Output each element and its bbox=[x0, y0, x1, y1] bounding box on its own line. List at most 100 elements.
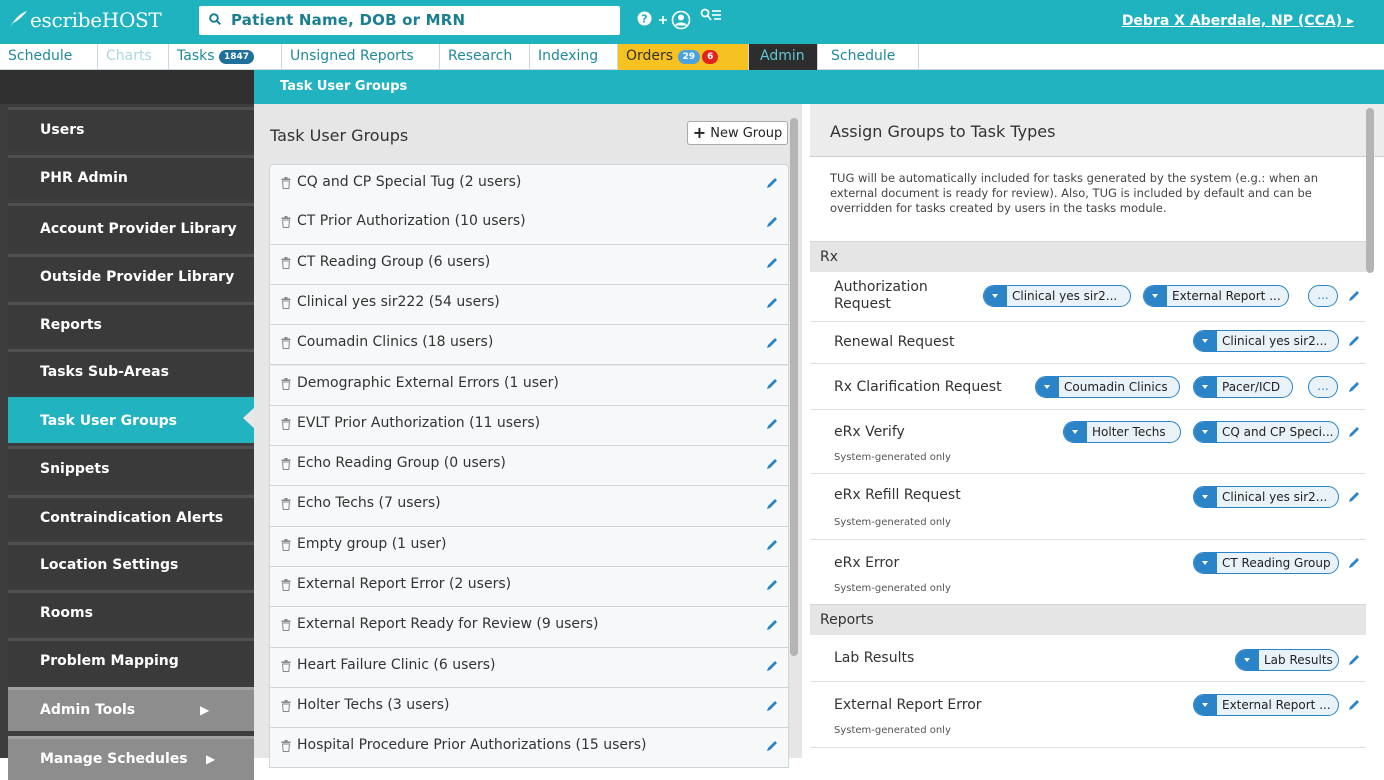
sidebar-item-task-user-groups[interactable]: Task User Groups bbox=[8, 397, 254, 443]
group-row[interactable]: Heart Failure Clinic (6 users) bbox=[269, 647, 789, 688]
chevron-down-icon bbox=[1194, 331, 1217, 351]
group-row[interactable]: External Report Error (2 users) bbox=[269, 567, 789, 608]
edit-pencil-icon[interactable] bbox=[766, 337, 778, 349]
trash-icon[interactable] bbox=[281, 296, 291, 309]
more-groups-button[interactable]: ... bbox=[1308, 376, 1338, 398]
app-logo[interactable]: escribeHOST bbox=[10, 8, 162, 32]
tab-tasks[interactable]: Tasks 1847 bbox=[169, 44, 282, 70]
edit-pencil-icon[interactable] bbox=[766, 700, 778, 712]
group-pill-dropdown[interactable]: Pacer/ICD bbox=[1193, 376, 1293, 398]
group-pill-dropdown[interactable]: External Report ... bbox=[1143, 285, 1289, 307]
sidebar-item-manage-schedules[interactable]: Manage Schedules ▶ bbox=[8, 736, 254, 780]
edit-pencil-icon[interactable] bbox=[1348, 699, 1360, 711]
sidebar-item-tasks-sub-areas[interactable]: Tasks Sub-Areas bbox=[8, 349, 254, 393]
group-pill-dropdown[interactable]: Coumadin Clinics bbox=[1035, 376, 1180, 398]
trash-icon[interactable] bbox=[281, 498, 291, 511]
assign-panel-scrollbar[interactable] bbox=[1366, 108, 1374, 273]
group-row[interactable]: Hospital Procedure Prior Authorizations … bbox=[269, 728, 789, 769]
more-groups-button[interactable]: ... bbox=[1308, 285, 1338, 307]
group-row[interactable]: Holter Techs (3 users) bbox=[269, 687, 789, 729]
group-pill-dropdown[interactable]: External Report ... bbox=[1193, 694, 1339, 716]
trash-icon[interactable] bbox=[281, 659, 291, 672]
group-row[interactable]: CQ and CP Special Tug (2 users) bbox=[269, 164, 789, 205]
trash-icon[interactable] bbox=[281, 538, 291, 551]
edit-pencil-icon[interactable] bbox=[1348, 491, 1360, 503]
trash-icon[interactable] bbox=[281, 256, 291, 269]
sidebar-item-snippets[interactable]: Snippets bbox=[8, 446, 254, 490]
group-pill-dropdown[interactable]: Clinical yes sir2... bbox=[1193, 330, 1339, 352]
group-row[interactable]: Empty group (1 user) bbox=[269, 526, 789, 567]
sidebar-item-reports[interactable]: Reports bbox=[8, 302, 254, 346]
patient-search-input[interactable]: Patient Name, DOB or MRN bbox=[199, 6, 620, 35]
group-row[interactable]: Coumadin Clinics (18 users) bbox=[269, 325, 789, 366]
group-row[interactable]: CT Reading Group (6 users) bbox=[269, 244, 789, 285]
key-list-icon[interactable] bbox=[700, 8, 722, 24]
tab-research[interactable]: Research bbox=[440, 44, 530, 70]
edit-pencil-icon[interactable] bbox=[766, 418, 778, 430]
edit-pencil-icon[interactable] bbox=[766, 257, 778, 269]
sidebar-item-account-provider-library[interactable]: Account Provider Library bbox=[8, 203, 254, 250]
group-pill-dropdown[interactable]: Holter Techs bbox=[1063, 421, 1181, 443]
group-row[interactable]: Echo Reading Group (0 users) bbox=[269, 446, 789, 487]
sidebar-item-admin-tools[interactable]: Admin Tools ▶ bbox=[8, 687, 254, 731]
trash-icon[interactable] bbox=[281, 177, 291, 189]
group-pill-dropdown[interactable]: Lab Results bbox=[1235, 649, 1339, 671]
edit-pencil-icon[interactable] bbox=[766, 177, 778, 189]
trash-icon[interactable] bbox=[281, 377, 291, 390]
sidebar-item-contraindication-alerts[interactable]: Contraindication Alerts bbox=[8, 495, 254, 539]
group-row[interactable]: External Report Ready for Review (9 user… bbox=[269, 607, 789, 648]
trash-icon[interactable] bbox=[281, 417, 291, 430]
sidebar-item-problem-mapping[interactable]: Problem Mapping bbox=[8, 638, 254, 682]
group-pill-dropdown[interactable]: Clinical yes sir2... bbox=[983, 285, 1131, 307]
tab-admin[interactable]: Admin bbox=[749, 44, 818, 70]
sidebar-item-phr-admin[interactable]: PHR Admin bbox=[8, 155, 254, 199]
trash-icon[interactable] bbox=[281, 699, 291, 712]
edit-pencil-icon[interactable] bbox=[766, 297, 778, 309]
edit-pencil-icon[interactable] bbox=[766, 539, 778, 551]
group-row[interactable]: EVLT Prior Authorization (11 users) bbox=[269, 405, 789, 447]
trash-icon[interactable] bbox=[281, 337, 291, 350]
tab-schedule-2[interactable]: Schedule bbox=[818, 44, 919, 70]
trash-icon[interactable] bbox=[281, 619, 291, 632]
group-pill-dropdown[interactable]: CQ and CP Speci... bbox=[1193, 421, 1339, 443]
edit-pencil-icon[interactable] bbox=[766, 378, 778, 390]
trash-icon[interactable] bbox=[281, 740, 291, 753]
edit-pencil-icon[interactable] bbox=[1348, 335, 1360, 347]
group-row[interactable]: Demographic External Errors (1 user) bbox=[269, 365, 789, 406]
edit-pencil-icon[interactable] bbox=[766, 216, 778, 228]
trash-icon[interactable] bbox=[281, 458, 291, 471]
groups-scrollbar[interactable] bbox=[790, 118, 798, 656]
sidebar-item-outside-provider-library[interactable]: Outside Provider Library bbox=[8, 254, 254, 298]
edit-pencil-icon[interactable] bbox=[1348, 290, 1360, 302]
top-bar: escribeHOST Patient Name, DOB or MRN ? D… bbox=[0, 0, 1384, 44]
edit-pencil-icon[interactable] bbox=[766, 458, 778, 470]
edit-pencil-icon[interactable] bbox=[1348, 381, 1360, 393]
tab-indexing[interactable]: Indexing bbox=[530, 44, 618, 70]
add-patient-icon[interactable] bbox=[658, 10, 692, 30]
new-group-button[interactable]: + New Group bbox=[687, 121, 788, 145]
tab-charts[interactable]: Charts bbox=[98, 44, 169, 70]
user-menu-link[interactable]: Debra X Aberdale, NP (CCA) ▸ bbox=[1122, 13, 1354, 29]
edit-pencil-icon[interactable] bbox=[766, 498, 778, 510]
sidebar-item-rooms[interactable]: Rooms bbox=[8, 590, 254, 634]
group-pill-dropdown[interactable]: Clinical yes sir2... bbox=[1193, 486, 1339, 508]
tab-orders[interactable]: Orders 29 6 bbox=[618, 44, 749, 70]
edit-pencil-icon[interactable] bbox=[766, 619, 778, 631]
group-pill-dropdown[interactable]: CT Reading Group bbox=[1193, 552, 1339, 574]
edit-pencil-icon[interactable] bbox=[766, 740, 778, 752]
help-icon[interactable]: ? bbox=[637, 11, 652, 26]
edit-pencil-icon[interactable] bbox=[1348, 654, 1360, 666]
sidebar-item-users[interactable]: Users bbox=[8, 107, 254, 151]
sidebar-item-location-settings[interactable]: Location Settings bbox=[8, 542, 254, 586]
tab-schedule[interactable]: Schedule bbox=[0, 44, 98, 70]
trash-icon[interactable] bbox=[281, 579, 291, 591]
edit-pencil-icon[interactable] bbox=[1348, 557, 1360, 569]
edit-pencil-icon[interactable] bbox=[766, 660, 778, 672]
edit-pencil-icon[interactable] bbox=[1348, 426, 1360, 438]
trash-icon[interactable] bbox=[281, 216, 291, 229]
tab-unsigned-reports[interactable]: Unsigned Reports bbox=[282, 44, 440, 70]
group-row[interactable]: CT Prior Authorization (10 users) bbox=[269, 204, 789, 245]
group-row[interactable]: Clinical yes sir222 (54 users) bbox=[269, 284, 789, 326]
edit-pencil-icon[interactable] bbox=[766, 579, 778, 591]
group-row[interactable]: Echo Techs (7 users) bbox=[269, 486, 789, 527]
